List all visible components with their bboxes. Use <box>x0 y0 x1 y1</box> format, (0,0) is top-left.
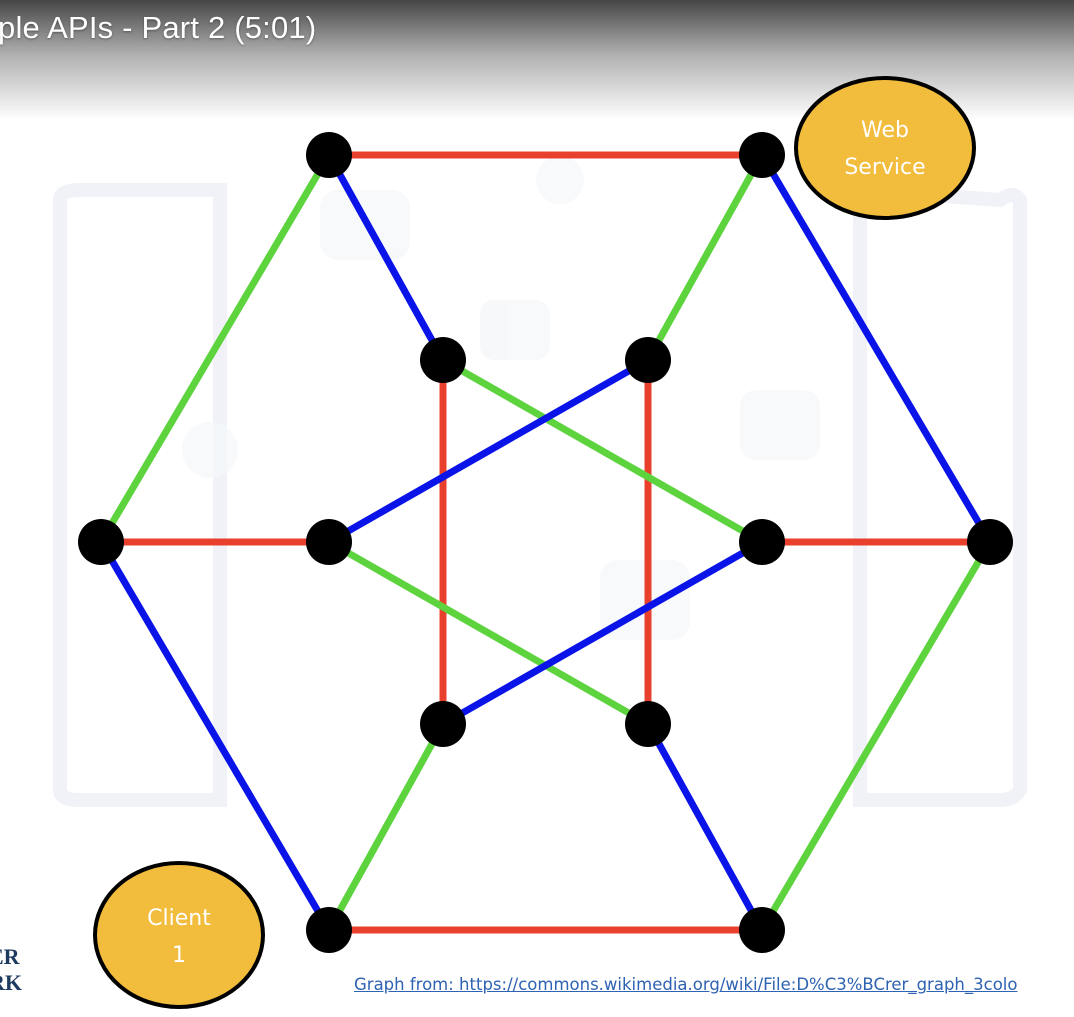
node-inner-right <box>739 519 785 565</box>
logo-line2: RK <box>0 970 22 995</box>
edge-blue-spoke-tl <box>325 151 447 364</box>
node-outer-right <box>967 519 1013 565</box>
node-inner-bottom-left <box>420 701 466 747</box>
source-link[interactable]: Graph from: https://commons.wikimedia.or… <box>354 975 1017 994</box>
edge-green-outer-tl <box>97 151 333 546</box>
node-outer-top-left <box>306 132 352 178</box>
web-service-line2: Service <box>844 155 926 180</box>
web-service-label: Web Service <box>796 112 974 186</box>
logo-fragment: ER RK <box>0 944 24 996</box>
logo-line1: ER <box>0 944 20 969</box>
node-outer-left <box>78 519 124 565</box>
edge-green-outer-br <box>758 538 994 934</box>
node-inner-top-right <box>625 337 671 383</box>
node-inner-bottom-right <box>625 701 671 747</box>
node-outer-bottom-right <box>739 907 785 953</box>
node-outer-top-right <box>739 132 785 178</box>
web-service-line1: Web <box>861 118 909 143</box>
edge-green-spoke-tr <box>644 151 766 364</box>
edge-green-spoke-bl <box>325 720 447 934</box>
edge-blue-spoke-br <box>644 720 766 934</box>
node-inner-top-left <box>420 337 466 383</box>
client-label: Client 1 <box>94 900 264 974</box>
node-inner-left <box>306 519 352 565</box>
client-line1: Client <box>147 906 211 931</box>
node-outer-bottom-left <box>306 907 352 953</box>
client-line2: 1 <box>172 943 186 968</box>
